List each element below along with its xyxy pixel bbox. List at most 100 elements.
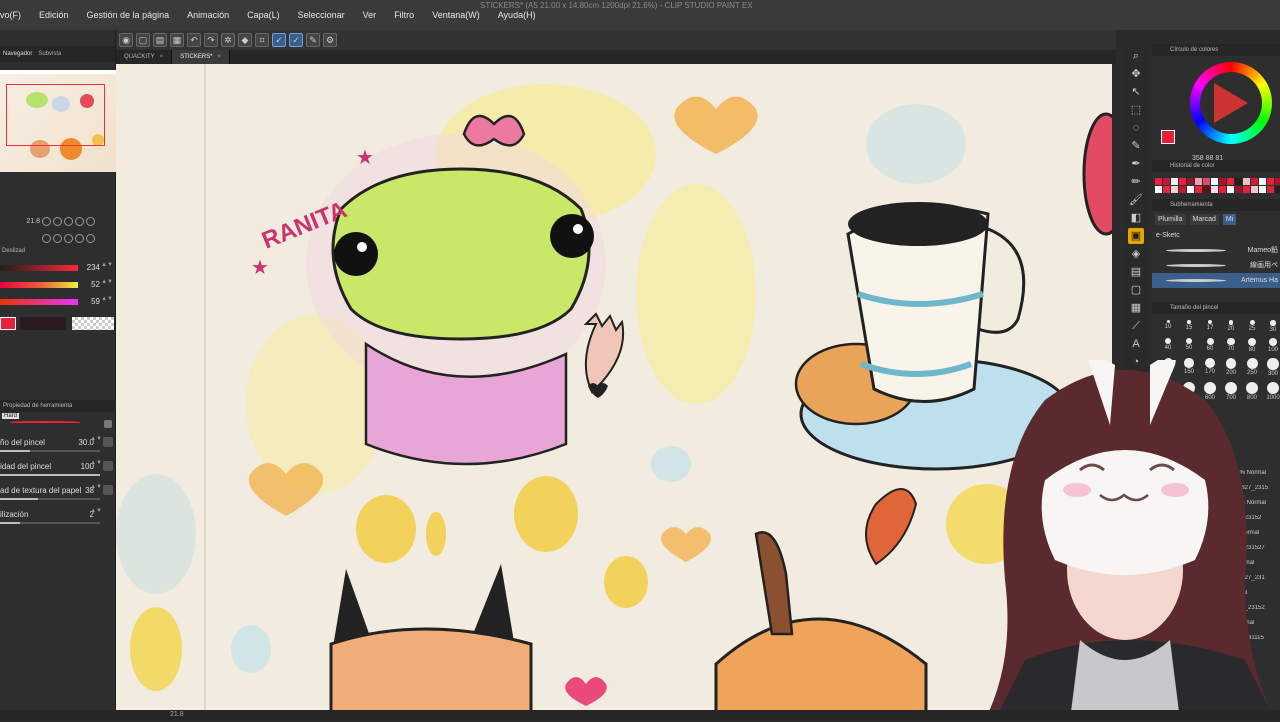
move-icon[interactable]: ✥	[1128, 66, 1144, 82]
brush-size-option[interactable]: 100	[1265, 337, 1280, 353]
figure-icon[interactable]: ▢	[1128, 282, 1144, 298]
tab-subview[interactable]: Subvista	[38, 51, 61, 57]
menu-edit[interactable]: Edición	[30, 10, 78, 20]
brush-size-option[interactable]: 20	[1223, 320, 1239, 333]
subtool-tab-mine[interactable]: Mi	[1222, 214, 1237, 225]
history-color-swatch[interactable]	[1219, 178, 1226, 185]
spin-icon[interactable]: ▲▼	[90, 460, 102, 466]
pen-icon[interactable]: ✒	[1128, 156, 1144, 172]
menu-page-management[interactable]: Gestión de la página	[78, 10, 179, 20]
brush-size-option[interactable]: 15	[1181, 320, 1197, 333]
close-icon[interactable]: ×	[160, 54, 164, 60]
menu-file[interactable]: vo(F)	[0, 10, 30, 20]
pressure-icon[interactable]	[103, 485, 113, 495]
blue-value[interactable]: 59	[91, 297, 100, 306]
pencil-icon[interactable]: ✏	[1128, 174, 1144, 190]
red-slider[interactable]: 234 ▲▼	[0, 260, 116, 277]
stabilization-property[interactable]: ilización 2 ▲▼	[0, 506, 116, 530]
blue-spin-icon[interactable]: ▲▼	[101, 296, 113, 302]
close-icon[interactable]: ×	[218, 54, 222, 60]
ruler-tool-icon[interactable]: ⟋	[1128, 318, 1144, 334]
brush-size-property[interactable]: ño del pincel 30.0 ▲▼	[0, 434, 116, 458]
history-color-swatch[interactable]	[1203, 186, 1210, 193]
brush-size-option[interactable]: 40	[1160, 337, 1176, 354]
history-color-swatch[interactable]	[1227, 186, 1234, 193]
history-color-swatch[interactable]	[1251, 178, 1258, 185]
history-color-swatch[interactable]	[1243, 186, 1250, 193]
menu-help[interactable]: Ayuda(H)	[489, 10, 545, 20]
pressure-icon[interactable]	[103, 437, 113, 447]
blend-icon[interactable]: ▣	[1128, 228, 1144, 244]
subtool-tab-pen[interactable]: Plumilla	[1155, 214, 1186, 225]
text-icon[interactable]: A	[1128, 336, 1144, 352]
redo-icon[interactable]: ↷	[204, 33, 218, 47]
spin-icon[interactable]: ▲▼	[90, 436, 102, 442]
brush-size-option[interactable]: 10	[1160, 320, 1176, 333]
history-color-swatch[interactable]	[1155, 178, 1162, 185]
spin-icon[interactable]: ▲▼	[90, 508, 102, 514]
history-color-swatch[interactable]	[1155, 186, 1162, 193]
menu-filter[interactable]: Filtro	[385, 10, 423, 20]
fit-icon[interactable]	[64, 217, 73, 226]
operation-icon[interactable]: ↖	[1128, 84, 1144, 100]
rotate-left-icon[interactable]	[42, 234, 51, 243]
red-value[interactable]: 234	[87, 263, 100, 272]
color-triangle[interactable]	[1214, 83, 1248, 123]
lasso-icon[interactable]: ◌	[1128, 120, 1144, 136]
history-color-swatch[interactable]	[1187, 186, 1194, 193]
history-color-swatch[interactable]	[1195, 178, 1202, 185]
history-color-swatch[interactable]	[1259, 186, 1266, 193]
history-color-swatch[interactable]	[1235, 186, 1242, 193]
history-color-swatch[interactable]	[1243, 178, 1250, 185]
tab-stickers[interactable]: STICKERS* ×	[172, 50, 231, 64]
pen-stabilizer-icon[interactable]: ✓	[272, 33, 286, 47]
frame-icon[interactable]: ▦	[1128, 300, 1144, 316]
green-slider[interactable]: 52 ▲▼	[0, 277, 116, 294]
history-color-swatch[interactable]	[1163, 178, 1170, 185]
color-history-grid[interactable]	[1152, 172, 1280, 199]
history-color-swatch[interactable]	[1267, 178, 1274, 185]
transparent-swatch[interactable]	[72, 317, 114, 330]
save-icon[interactable]: ▦	[170, 33, 184, 47]
brush-item[interactable]: 線画用ペ	[1152, 258, 1280, 273]
magnifier-icon[interactable]: ⌕	[1128, 48, 1144, 64]
zoom-out-icon[interactable]	[53, 217, 62, 226]
history-color-swatch[interactable]	[1235, 178, 1242, 185]
history-color-swatch[interactable]	[1171, 178, 1178, 185]
blue-slider[interactable]: 59 ▲▼	[0, 294, 116, 311]
brush-item-selected[interactable]: Artemus Ha	[1152, 273, 1280, 288]
open-icon[interactable]: ▤	[153, 33, 167, 47]
transform-icon[interactable]: ⌗	[255, 33, 269, 47]
selection-icon[interactable]: ⬚	[1128, 102, 1144, 118]
brush-item[interactable]: e-Sketc	[1152, 228, 1280, 243]
rotate-right-icon[interactable]	[53, 234, 62, 243]
history-color-swatch[interactable]	[1211, 186, 1218, 193]
green-value[interactable]: 52	[91, 280, 100, 289]
history-color-swatch[interactable]	[1171, 186, 1178, 193]
history-color-swatch[interactable]	[1163, 186, 1170, 193]
flip-icon[interactable]	[86, 217, 95, 226]
pressure-icon[interactable]	[103, 461, 113, 471]
spin-icon[interactable]: ▲▼	[90, 484, 102, 490]
history-color-swatch[interactable]	[1275, 178, 1280, 185]
history-color-swatch[interactable]	[1187, 178, 1194, 185]
main-color-swatch[interactable]	[0, 317, 16, 330]
green-spin-icon[interactable]: ▲▼	[101, 279, 113, 285]
navigator-view-frame[interactable]	[6, 84, 105, 146]
settings-icon[interactable]: ⚙	[323, 33, 337, 47]
menu-layer[interactable]: Capa(L)	[238, 10, 289, 20]
brush-size-option[interactable]: 80	[1244, 337, 1260, 354]
select-all-icon[interactable]: ✲	[221, 33, 235, 47]
eyedropper-icon[interactable]: ✎	[1128, 138, 1144, 154]
menu-view[interactable]: Ver	[354, 10, 386, 20]
history-color-swatch[interactable]	[1219, 186, 1226, 193]
clear-icon[interactable]: ◆	[238, 33, 252, 47]
history-color-swatch[interactable]	[1179, 186, 1186, 193]
menu-window[interactable]: Ventana(W)	[423, 10, 489, 20]
color-wheel[interactable]	[1190, 62, 1272, 144]
zoom-in-icon[interactable]	[42, 217, 51, 226]
history-color-swatch[interactable]	[1227, 178, 1234, 185]
brush-size-option[interactable]: 30	[1265, 320, 1280, 333]
tab-quackity[interactable]: QUACKITY ×	[116, 50, 173, 64]
history-color-swatch[interactable]	[1267, 186, 1274, 193]
